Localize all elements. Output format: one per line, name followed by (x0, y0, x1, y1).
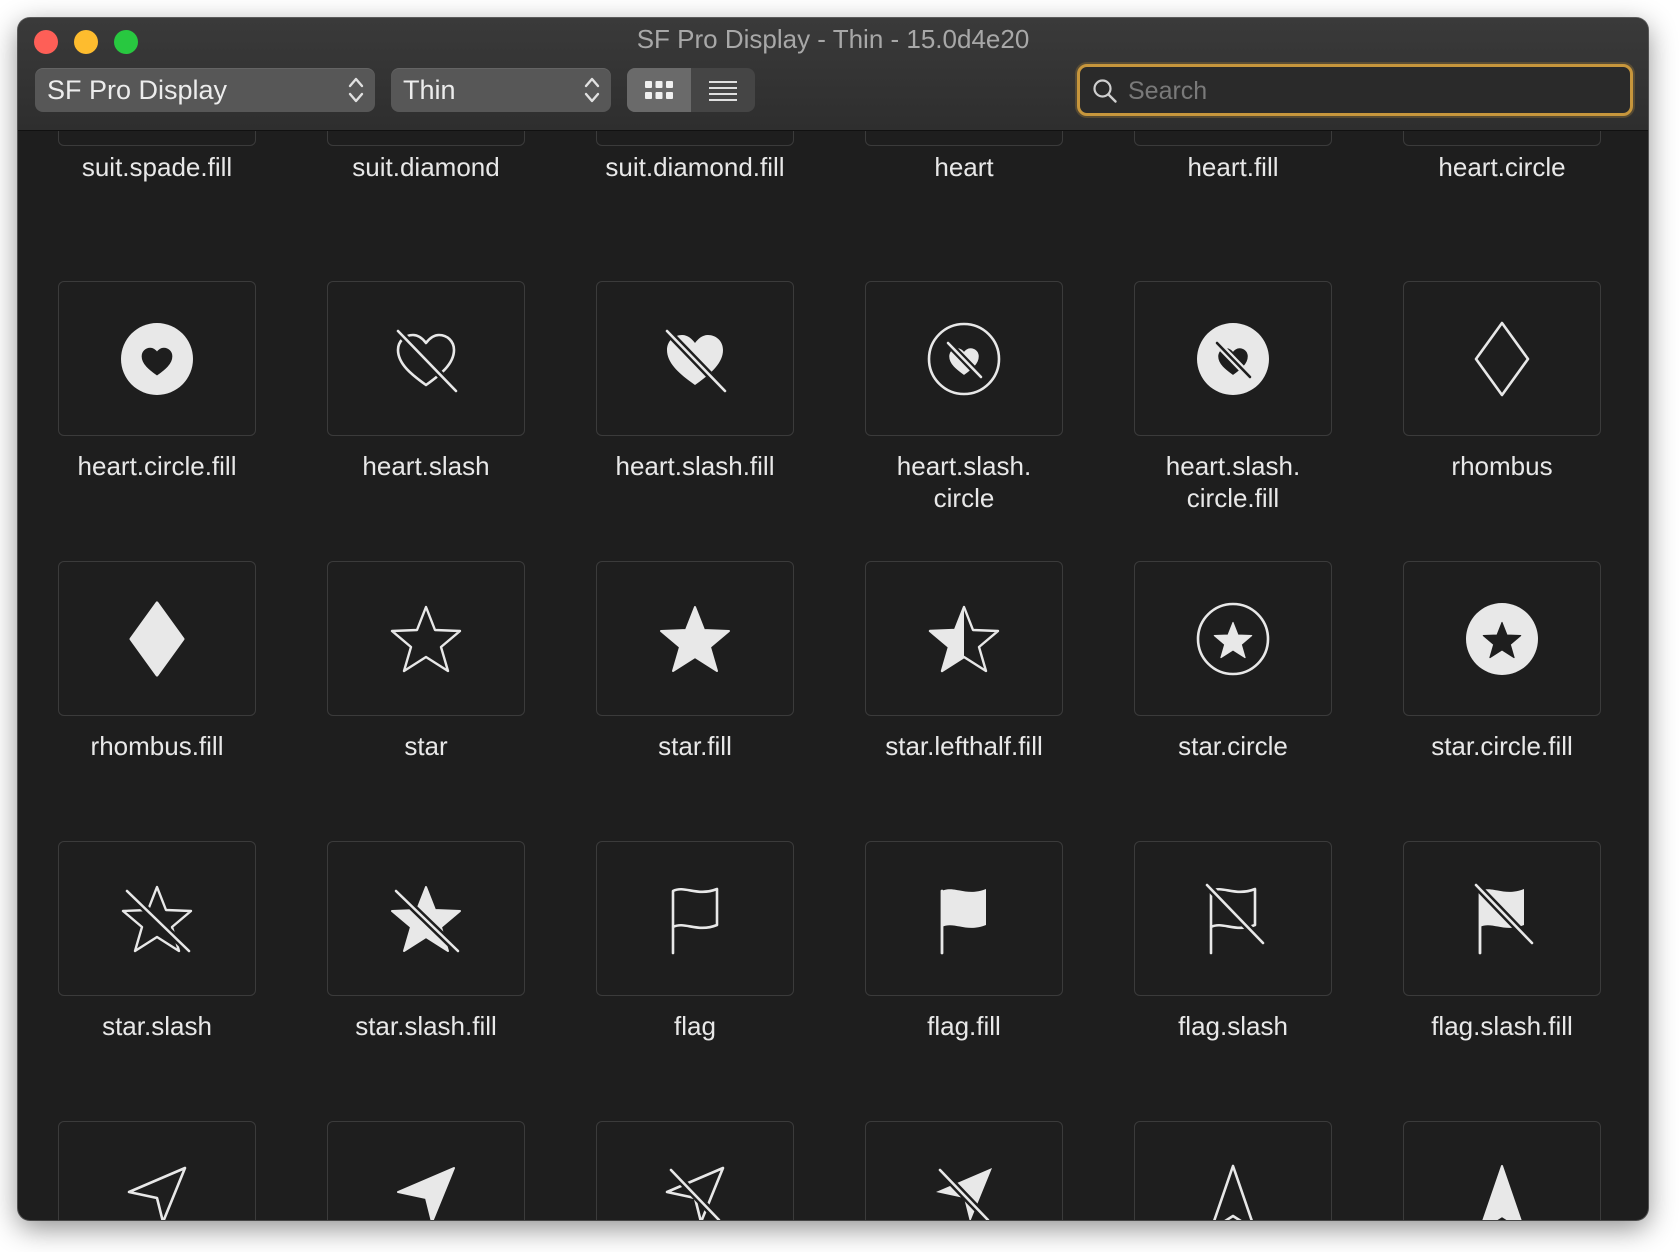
list-view-button[interactable] (691, 68, 755, 112)
location-icon (127, 1166, 187, 1220)
symbol-tile[interactable] (1134, 841, 1332, 996)
location-north-fill-icon (1482, 1165, 1522, 1220)
symbol-tile[interactable] (865, 841, 1063, 996)
font-family-popup[interactable]: SF Pro Display (35, 68, 375, 112)
symbol-name: rhombus.fill (90, 731, 224, 761)
symbol-tile[interactable] (1134, 1121, 1332, 1220)
flag-slash-icon (1203, 880, 1267, 954)
symbol-name: suit.diamond (352, 152, 500, 182)
toolbar: SF Pro Display - Thin - 15.0d4e20 SF Pro… (18, 18, 1648, 131)
symbol-name: star.slash.fill (355, 1011, 497, 1041)
symbol-tile[interactable] (596, 1121, 794, 1220)
grid-view-icon (645, 81, 673, 99)
symbol-name: rhombus (1451, 451, 1553, 481)
updown-chevron-icon (347, 75, 365, 105)
location-fill-icon (397, 1167, 455, 1220)
star-slash-fill-icon (391, 885, 462, 955)
star-lefthalf-fill-icon (928, 605, 1000, 672)
symbol-name: heart.slash. circle (896, 451, 1032, 513)
symbol-tile[interactable] (327, 1121, 525, 1220)
flag-slash-fill-icon (1472, 880, 1536, 954)
symbol-tile[interactable] (865, 281, 1063, 436)
view-mode-control (627, 68, 755, 112)
symbol-name: star.slash (102, 1011, 212, 1041)
star-fill-icon (660, 605, 730, 672)
location-slash-fill-icon (936, 1166, 992, 1220)
font-family-value: SF Pro Display (47, 75, 228, 105)
star-circle-fill-icon (1466, 602, 1538, 675)
symbol-tile[interactable] (1403, 561, 1601, 716)
symbol-tile[interactable] (58, 1121, 256, 1220)
grid-view-button[interactable] (627, 68, 691, 112)
search-icon (1092, 78, 1118, 104)
star-circle-icon (1196, 602, 1270, 675)
symbol-name: heart.fill (1187, 152, 1279, 182)
list-view-icon (709, 81, 737, 101)
symbol-tile[interactable] (58, 281, 256, 436)
symbol-tile[interactable] (327, 281, 525, 436)
flag-icon (671, 887, 719, 954)
symbol-tile[interactable] (58, 561, 256, 716)
symbol-tile[interactable] (1403, 131, 1601, 146)
font-weight-value: Thin (403, 75, 456, 105)
symbol-tile[interactable] (1134, 131, 1332, 146)
symbol-tile[interactable] (1134, 281, 1332, 436)
symbol-name: heart.slash. circle.fill (1165, 451, 1301, 513)
updown-chevron-icon (583, 75, 601, 105)
symbol-tile[interactable] (1403, 841, 1601, 996)
symbol-tile[interactable] (327, 131, 525, 146)
location-north-icon (1213, 1164, 1253, 1220)
symbol-name: flag.slash (1178, 1011, 1288, 1041)
star-icon (390, 605, 462, 672)
symbol-tile[interactable] (327, 561, 525, 716)
symbol-name: flag.slash.fill (1431, 1011, 1573, 1041)
symbol-name: star (404, 731, 448, 761)
symbol-name: star.fill (658, 731, 732, 761)
symbol-name: star.circle (1178, 731, 1288, 761)
symbol-name: flag.fill (927, 1011, 1001, 1041)
symbol-name: heart.circle.fill (77, 451, 237, 481)
symbol-tile[interactable] (865, 1121, 1063, 1220)
heart-slash-icon (394, 326, 460, 395)
symbol-name: flag (674, 1011, 716, 1041)
rhombus-fill-icon (129, 601, 185, 676)
symbol-tile[interactable] (596, 841, 794, 996)
symbol-tile[interactable] (865, 561, 1063, 716)
symbol-name: heart.slash.fill (615, 451, 775, 481)
symbol-tile[interactable] (1134, 561, 1332, 716)
symbol-tile[interactable] (1403, 281, 1601, 436)
font-weight-popup[interactable]: Thin (391, 68, 611, 112)
search-input[interactable] (1126, 73, 1610, 109)
app-window: SF Pro Display - Thin - 15.0d4e20 SF Pro… (18, 18, 1648, 1220)
symbol-name: heart (934, 152, 994, 182)
symbol-tile[interactable] (596, 561, 794, 716)
rhombus-icon (1474, 321, 1530, 396)
star-slash-icon (121, 885, 193, 955)
symbol-tile[interactable] (58, 841, 256, 996)
symbol-name: suit.spade.fill (81, 152, 233, 182)
symbol-tile[interactable] (1403, 1121, 1601, 1220)
heart-slash-fill-icon (663, 326, 729, 395)
window-title: SF Pro Display - Thin - 15.0d4e20 (636, 24, 1030, 54)
flag-fill-icon (940, 888, 986, 954)
symbol-grid: suit.spade.fill suit.diamond suit.diamond.… (18, 131, 1648, 1220)
symbol-name: heart.circle (1438, 152, 1566, 182)
symbol-tile[interactable] (58, 131, 256, 146)
heart-slash-circle-icon (927, 322, 1001, 395)
symbol-name: heart.slash (362, 451, 490, 481)
heart-circle-fill-icon (121, 322, 193, 395)
search-field[interactable] (1077, 64, 1633, 116)
symbol-tile[interactable] (596, 131, 794, 146)
symbol-tile[interactable] (865, 131, 1063, 146)
heart-slash-circle-fill-icon (1197, 322, 1269, 395)
location-slash-icon (665, 1166, 725, 1220)
symbol-name: suit.diamond.fill (605, 152, 785, 182)
symbol-name: star.circle.fill (1431, 731, 1573, 761)
symbol-tile[interactable] (596, 281, 794, 436)
symbol-tile[interactable] (327, 841, 525, 996)
symbol-name: star.lefthalf.fill (885, 731, 1043, 761)
